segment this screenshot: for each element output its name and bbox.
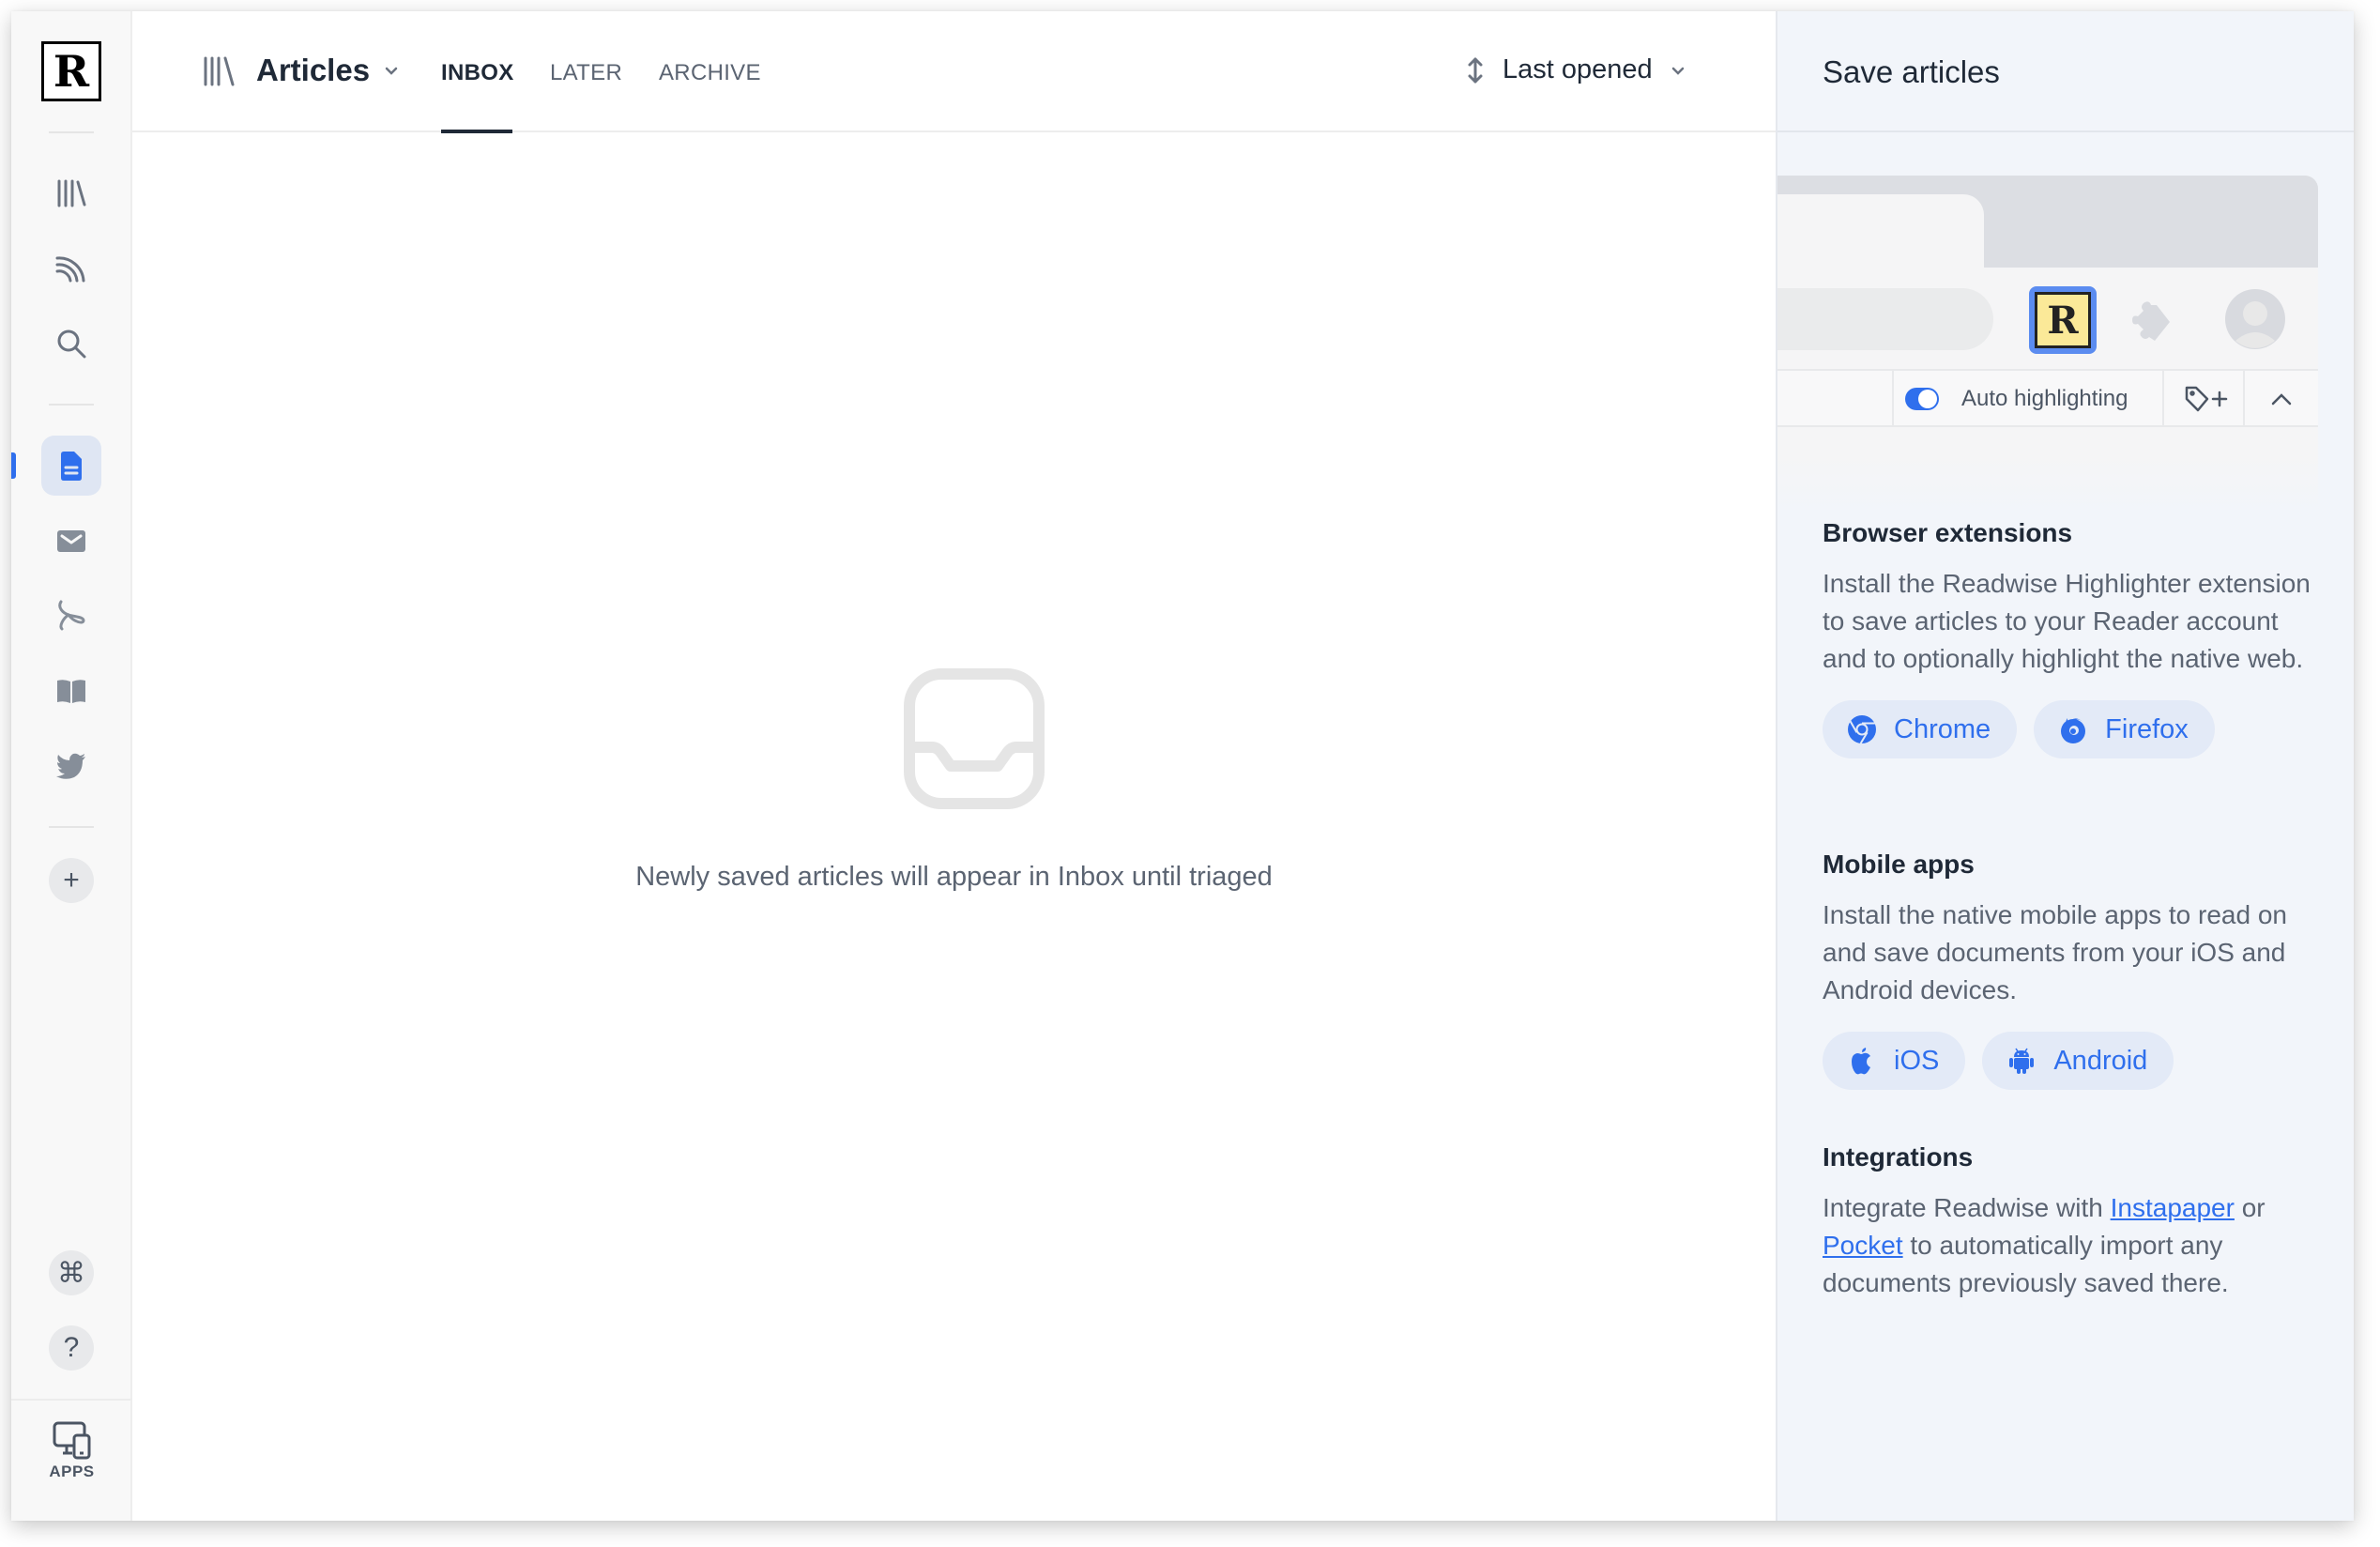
readwise-extension-icon: R <box>2035 292 2091 348</box>
auto-highlighting-toggle <box>1905 388 1939 410</box>
puzzle-icon <box>2132 301 2170 341</box>
app-window: R + ⌘ ? APPS Articles INBOX LATER ARCHIV… <box>11 11 2354 1521</box>
chrome-extension-button[interactable]: Chrome <box>1823 700 2018 758</box>
integrations-text: Integrate Readwise with <box>1823 1193 2111 1222</box>
add-tag-icon <box>2185 386 2228 412</box>
inbox-empty-icon <box>904 668 1045 809</box>
apple-icon <box>1852 1048 1870 1075</box>
apps-label: APPS <box>49 1463 95 1480</box>
help-icon: ? <box>63 1332 80 1363</box>
section-description: Install the Readwise Highlighter extensi… <box>1823 569 2311 673</box>
sidebar-item-twitter[interactable] <box>41 736 101 796</box>
sidebar-divider <box>11 1399 132 1401</box>
help-button[interactable]: ? <box>49 1325 94 1371</box>
pdf-icon <box>58 600 85 631</box>
toolbar-separator <box>1892 371 1894 427</box>
list-header: Articles INBOX LATER ARCHIVE Last opened <box>132 11 1776 133</box>
toolbar-separator <box>2243 371 2245 427</box>
section-description: Integrate Readwise with Instapaper or Po… <box>1823 1189 2329 1302</box>
chevron-up-icon <box>2271 393 2292 406</box>
panel-title: Save articles <box>1823 54 2000 89</box>
add-feed-button[interactable]: + <box>49 858 94 903</box>
tab-archive[interactable]: ARCHIVE <box>659 60 761 86</box>
chevron-down-icon <box>1671 67 1684 75</box>
library-icon <box>57 179 86 207</box>
browser-mockup: R Auto highlighting <box>1777 176 2318 513</box>
android-label: Android <box>2053 1045 2148 1076</box>
sort-icon <box>1468 57 1483 83</box>
mockup-address-bar <box>1777 288 1993 350</box>
browser-extensions-section: Browser extensions Install the Readwise … <box>1823 518 2329 758</box>
sort-label: Last opened <box>1503 54 1653 84</box>
rss-icon <box>55 256 85 283</box>
android-app-button[interactable]: Android <box>1982 1032 2174 1090</box>
empty-state-message: Newly saved articles will appear in Inbo… <box>635 862 1273 892</box>
section-title: Integrations <box>1823 1142 1974 1172</box>
sidebar-divider <box>49 826 94 828</box>
firefox-extension-button[interactable]: Firefox <box>2034 700 2215 758</box>
tab-later[interactable]: LATER <box>550 60 622 86</box>
mockup-tab <box>1777 194 1984 269</box>
pocket-link[interactable]: Pocket <box>1823 1231 1903 1260</box>
mockup-extension-button: R <box>2029 286 2097 354</box>
firefox-icon <box>2061 718 2086 743</box>
ios-app-button[interactable]: iOS <box>1823 1032 1966 1090</box>
apps-button[interactable]: APPS <box>11 1419 132 1504</box>
view-title-dropdown[interactable]: Articles <box>256 53 400 88</box>
auto-highlighting-label: Auto highlighting <box>1961 386 2128 411</box>
integrations-section: Integrations Integrate Readwise with Ins… <box>1823 1142 2329 1302</box>
sidebar-item-feed[interactable] <box>41 238 101 299</box>
integrations-text: or <box>2234 1193 2266 1222</box>
sidebar-item-articles[interactable] <box>41 436 101 496</box>
sidebar-divider <box>49 131 94 133</box>
chrome-icon <box>1848 715 1876 744</box>
document-icon <box>61 452 82 481</box>
sidebar-item-email[interactable] <box>41 511 101 571</box>
firefox-label: Firefox <box>2105 713 2189 744</box>
sort-dropdown[interactable]: Last opened <box>1465 54 1686 85</box>
search-icon <box>57 329 86 359</box>
chrome-label: Chrome <box>1894 713 1991 744</box>
panel-header: Save articles <box>1777 11 2354 132</box>
instapaper-link[interactable]: Instapaper <box>2111 1193 2235 1222</box>
section-title: Mobile apps <box>1823 850 1975 879</box>
android-icon <box>2009 1048 2035 1074</box>
chevron-down-icon <box>385 67 398 75</box>
active-tab-underline <box>441 130 512 133</box>
tab-inbox[interactable]: INBOX <box>441 60 514 86</box>
toolbar-separator <box>2162 371 2164 427</box>
mockup-highlighter-toolbar: Auto highlighting <box>1777 369 2318 427</box>
section-description: Install the native mobile apps to read o… <box>1823 900 2287 1004</box>
sidebar-item-books[interactable] <box>41 661 101 721</box>
profile-avatar-icon <box>2225 289 2285 349</box>
readwise-logo[interactable]: R <box>41 41 101 101</box>
devices-icon <box>53 1421 90 1460</box>
command-palette-button[interactable]: ⌘ <box>49 1250 94 1295</box>
sidebar-item-library[interactable] <box>41 163 101 223</box>
sidebar: R + ⌘ ? APPS <box>11 11 132 1521</box>
command-icon: ⌘ <box>57 1257 85 1289</box>
twitter-icon <box>56 753 85 779</box>
plus-icon: + <box>63 865 80 896</box>
sidebar-item-pdf[interactable] <box>41 586 101 646</box>
active-indicator <box>11 452 16 479</box>
book-icon <box>57 680 85 703</box>
sidebar-divider <box>49 404 94 406</box>
mail-icon <box>57 530 85 552</box>
ios-label: iOS <box>1894 1045 1940 1076</box>
mobile-apps-section: Mobile apps Install the native mobile ap… <box>1823 850 2329 1090</box>
main-content: Articles INBOX LATER ARCHIVE Last opened… <box>132 11 1776 1521</box>
section-title: Browser extensions <box>1823 518 2073 547</box>
sidebar-item-search[interactable] <box>41 314 101 374</box>
view-title: Articles <box>256 53 371 87</box>
save-articles-panel: Save articles R Auto highlighting Browse… <box>1776 11 2354 1521</box>
library-icon <box>204 56 235 86</box>
